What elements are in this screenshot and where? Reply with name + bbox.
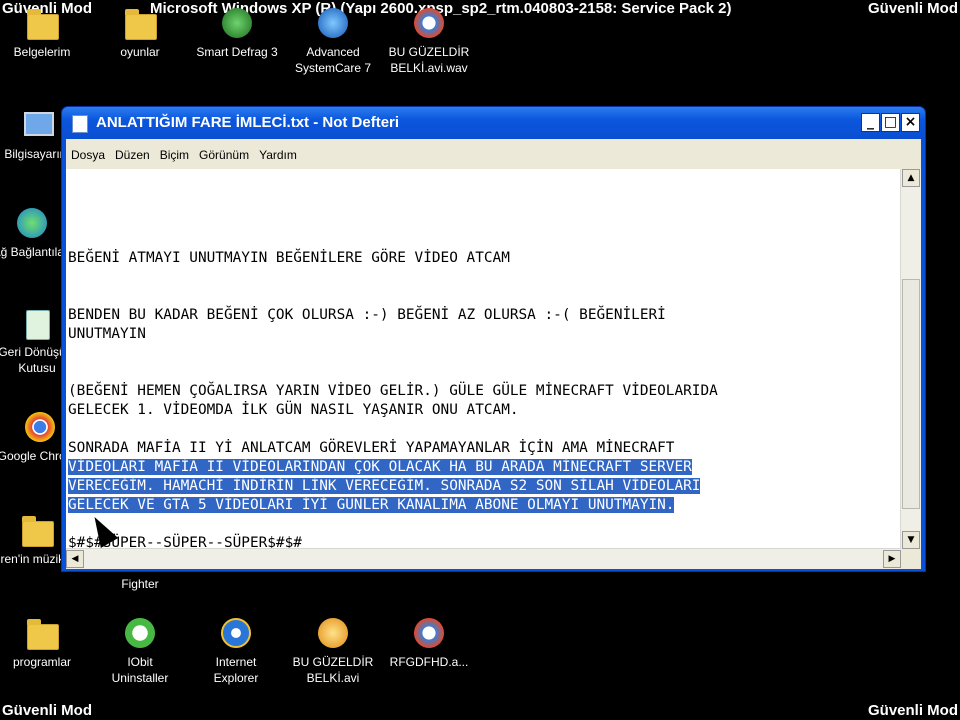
systemcare-icon xyxy=(316,8,350,38)
icon-label: Advanced SystemCare 7 xyxy=(294,45,372,75)
text-content[interactable]: BEĞENİ ATMAYI UNUTMAYIN BEĞENİLERE GÖRE … xyxy=(68,169,898,553)
network-icon xyxy=(15,208,49,238)
text-line: GELECEK 1. VİDEOMDA İLK GÜN NASIL YAŞANI… xyxy=(68,402,519,418)
desktop-icon-belgelerim[interactable]: Belgelerim xyxy=(0,8,87,60)
text-editor[interactable]: BEĞENİ ATMAYI UNUTMAYIN BEĞENİLERE GÖRE … xyxy=(66,169,921,569)
desktop-icon-internet-explorer[interactable]: Internet Explorer xyxy=(191,618,281,686)
scroll-right-button[interactable]: ▶ xyxy=(883,550,901,568)
icon-label: Belgelerim xyxy=(13,45,71,59)
desktop-icon-fighter[interactable]: Fighter xyxy=(95,570,185,592)
safe-mode-label-bottom-right: Güvenli Mod xyxy=(868,702,958,719)
scroll-thumb[interactable] xyxy=(902,279,920,509)
folder-icon xyxy=(25,8,59,40)
icon-label: BU GÜZELDİR BELKİ.avi xyxy=(292,655,374,685)
icon-label: RFGDFHD.a... xyxy=(389,655,469,669)
notepad-icon xyxy=(72,115,88,133)
menu-dosya[interactable]: Dosya xyxy=(66,139,110,171)
window-title: ANLATTIĞIM FARE İMLECİ.txt - Not Defteri xyxy=(96,114,400,131)
menu-bicim[interactable]: Biçim xyxy=(155,139,194,171)
desktop-icon-rfgdfhd[interactable]: RFGDFHD.a... xyxy=(384,618,474,670)
folder-icon xyxy=(20,515,54,547)
selected-text-line: VERECEĞİM. HAMACHİ İNDİRİN LİNK VERECEĞİ… xyxy=(68,478,701,494)
computer-icon xyxy=(20,110,54,140)
selected-text-line: GELECEK VE GTA 5 VİDEOLARI İYİ GÜNLER KA… xyxy=(68,497,675,513)
menu-gorunum[interactable]: Görünüm xyxy=(194,139,254,171)
menu-bar: Dosya Düzen Biçim Görünüm Yardım xyxy=(66,139,921,169)
smart-defrag-icon xyxy=(220,8,254,38)
scroll-corner xyxy=(901,549,921,569)
recycle-bin-icon xyxy=(20,308,54,340)
notepad-window[interactable]: ANLATTIĞIM FARE İMLECİ.txt - Not Defteri… xyxy=(61,106,926,572)
safe-mode-label-top-right: Güvenli Mod xyxy=(868,0,958,17)
menu-duzen[interactable]: Düzen xyxy=(110,139,155,171)
horizontal-scrollbar[interactable]: ◀ ▶ xyxy=(66,548,901,569)
icon-label: Fighter xyxy=(121,577,159,591)
icon-label: BU GÜZELDİR BELKİ.avi.wav xyxy=(388,45,470,75)
vertical-scrollbar[interactable]: ▲ ▼ xyxy=(900,169,921,549)
text-line: (BEĞENİ HEMEN ÇOĞALIRSA YARIN VİDEO GELİ… xyxy=(68,383,718,399)
media-file-icon xyxy=(412,618,446,648)
chrome-icon xyxy=(23,412,57,442)
maximize-button[interactable]: □ xyxy=(881,113,900,132)
desktop-icon-advanced-systemcare[interactable]: Advanced SystemCare 7 xyxy=(288,8,378,76)
desktop-icon-bu-guzeldir-avi[interactable]: BU GÜZELDİR BELKİ.avi xyxy=(288,618,378,686)
safe-mode-label-bottom-left: Güvenli Mod xyxy=(2,702,92,719)
icon-label: IObit Uninstaller xyxy=(111,655,169,685)
scroll-up-button[interactable]: ▲ xyxy=(902,169,920,187)
icon-label: oyunlar xyxy=(120,45,160,59)
folder-icon xyxy=(123,8,157,40)
scroll-down-button[interactable]: ▼ xyxy=(902,531,920,549)
icon-label: programlar xyxy=(12,655,72,669)
desktop-icon-oyunlar[interactable]: oyunlar xyxy=(95,8,185,60)
minimize-button[interactable]: _ xyxy=(861,113,880,132)
icon-label: Smart Defrag 3 xyxy=(196,45,278,59)
close-button[interactable]: × xyxy=(901,113,920,132)
scroll-left-button[interactable]: ◀ xyxy=(66,550,84,568)
desktop-icon-smart-defrag[interactable]: Smart Defrag 3 xyxy=(192,8,282,60)
internet-explorer-icon xyxy=(219,618,253,648)
text-line: BENDEN BU KADAR BEĞENİ ÇOK OLURSA :-) BE… xyxy=(68,307,666,323)
desktop-icon-programlar[interactable]: programlar xyxy=(0,618,87,670)
title-bar[interactable]: ANLATTIĞIM FARE İMLECİ.txt - Not Defteri… xyxy=(62,107,925,139)
folder-icon xyxy=(25,618,59,650)
icon-label: Internet Explorer xyxy=(213,655,259,685)
media-file-icon xyxy=(412,8,446,38)
desktop-icon-iobit[interactable]: IObit Uninstaller xyxy=(95,618,185,686)
avi-file-icon xyxy=(316,618,350,648)
text-line: SONRADA MAFİA II Yİ ANLATCAM GÖREVLERİ Y… xyxy=(68,440,675,456)
selected-text-line: VİDEOLARI MAFİA II VİDEOLARINDAN ÇOK OLA… xyxy=(68,459,692,475)
text-line: BEĞENİ ATMAYI UNUTMAYIN BEĞENİLERE GÖRE … xyxy=(68,250,510,266)
menu-yardim[interactable]: Yardım xyxy=(254,139,302,171)
desktop-icon-bu-guzeldir-wav[interactable]: BU GÜZELDİR BELKİ.avi.wav xyxy=(384,8,474,76)
text-line: UNUTMAYIN xyxy=(68,326,146,342)
iobit-icon xyxy=(123,618,157,648)
